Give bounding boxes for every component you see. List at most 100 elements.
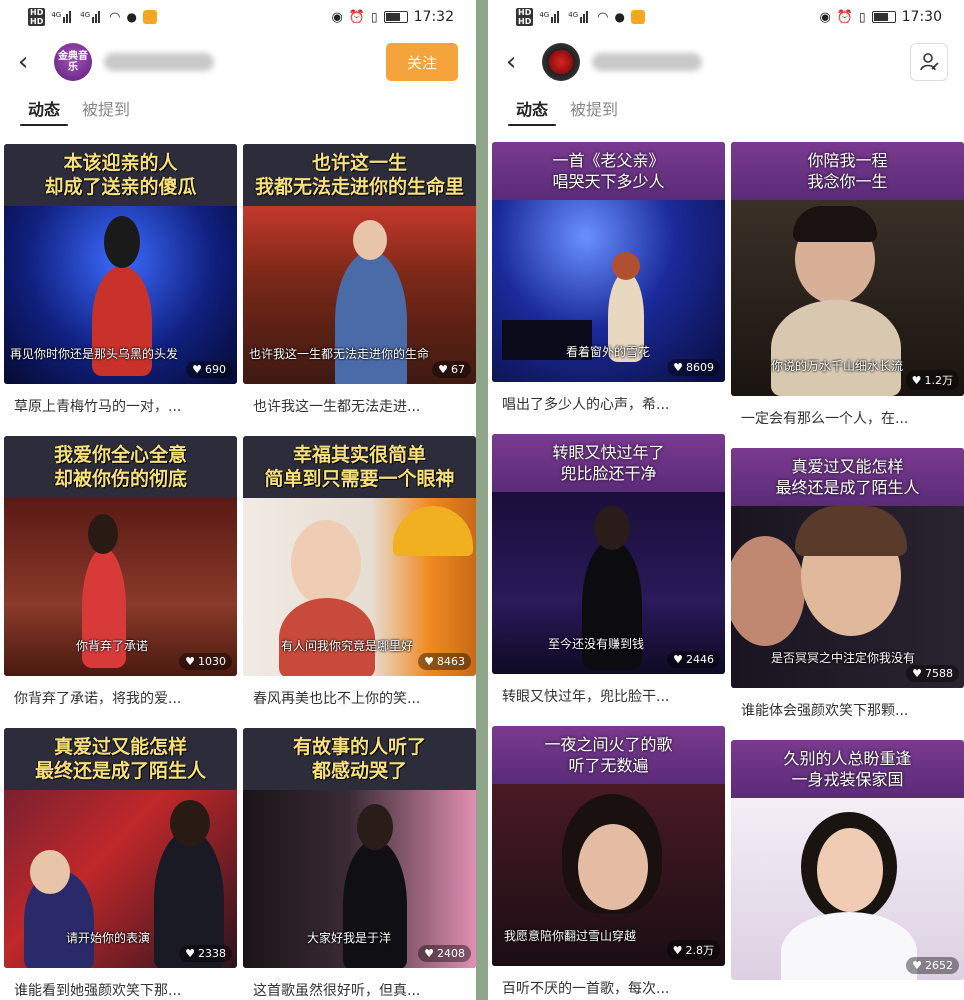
video-caption[interactable]: 春风再美也比不上你的笑... [243, 676, 476, 714]
user-edit-icon [920, 53, 939, 71]
video-card[interactable]: 有故事的人听了 都感动哭了 大家好我是于洋 ♥ 2408 这首歌虽然很好听，但真.… [243, 728, 476, 1000]
video-thumbnail[interactable]: 幸福其实很简单 简单到只需要一个眼神 有人问我你究竟是哪里好 ♥ 8463 [243, 436, 476, 676]
tab-dynamics[interactable]: 动态 [507, 90, 557, 126]
avatar[interactable] [542, 43, 580, 81]
video-thumbnail[interactable]: 真爱过又能怎样 最终还是成了陌生人 请开始你的表演 ♥ 2338 [4, 728, 237, 968]
video-thumbnail[interactable]: 一夜之间火了的歌 听了无数遍 我愿意陪你翻过雪山穿越 ♥ 2.8万 [492, 726, 725, 966]
video-card[interactable]: 也许这一生 我都无法走进你的生命里 也许我这一生都无法走进你的生命 ♥ 67 也许… [243, 144, 476, 422]
video-caption[interactable]: 这首歌虽然很好听，但真... [243, 968, 476, 1000]
video-card[interactable]: 你陪我一程 我念你一生 你说的万水千山细水长流 ♥ 1.2万 一定会有那么一个人，… [731, 142, 964, 434]
message-icon: ● [126, 10, 137, 24]
video-caption[interactable]: 百听不厌的一首歌，每次... [492, 966, 725, 1000]
avatar-label: 金典音乐 [58, 51, 88, 73]
cell-signal-icon: 4G [539, 11, 562, 23]
wifi-icon: ◠ [109, 9, 121, 25]
like-count: ♥ 8609 [667, 359, 720, 376]
heart-icon: ♥ [185, 947, 195, 960]
video-grid: 本该迎亲的人 却成了送亲的傻瓜 再见你时你还是那头乌黑的头发 ♥ 690 草原上青… [0, 144, 476, 1000]
subtitle-text: 我愿意陪你翻过雪山穿越 [504, 929, 637, 943]
video-thumbnail[interactable]: 久别的人总盼重逢 一身戎装保家国 ♥ 2652 [731, 740, 964, 980]
screen-divider [476, 0, 488, 1000]
video-caption[interactable]: 转眼又快过年，兜比脸干... [492, 674, 725, 712]
heart-icon: ♥ [673, 653, 683, 666]
subtitle-text: 看着窗外的雪花 [566, 345, 651, 359]
message-icon: ● [614, 10, 625, 24]
video-card[interactable]: 一夜之间火了的歌 听了无数遍 我愿意陪你翻过雪山穿越 ♥ 2.8万 百听不厌的一首… [492, 726, 725, 1000]
video-thumbnail[interactable]: 一首《老父亲》 唱哭天下多少人 看着窗外的雪花 ♥ 8609 [492, 142, 725, 382]
like-count: ♥ 8463 [418, 653, 471, 670]
video-thumbnail[interactable]: 你陪我一程 我念你一生 你说的万水千山细水长流 ♥ 1.2万 [731, 142, 964, 396]
video-caption[interactable]: 谁能体会强颜欢笑下那颗... [731, 688, 964, 726]
video-thumbnail[interactable]: 也许这一生 我都无法走进你的生命里 也许我这一生都无法走进你的生命 ♥ 67 [243, 144, 476, 384]
video-card[interactable]: 一首《老父亲》 唱哭天下多少人 看着窗外的雪花 ♥ 8609 唱出了多少人的心声，… [492, 142, 725, 420]
thumbnail-title: 真爱过又能怎样 最终还是成了陌生人 [731, 448, 964, 506]
hd-icon: HD HD [516, 8, 534, 26]
back-arrow-icon[interactable]: ‹ [506, 49, 530, 75]
alarm-icon: ⏰ [836, 9, 854, 25]
tab-dynamics[interactable]: 动态 [19, 90, 69, 126]
like-count: ♥ 2338 [179, 945, 232, 962]
video-caption[interactable]: 你背弃了承诺，将我的爱... [4, 676, 237, 714]
heart-icon: ♥ [672, 943, 683, 957]
wifi-icon: ◠ [597, 9, 609, 25]
like-count: ♥ 2652 [906, 957, 959, 974]
video-caption[interactable] [731, 980, 964, 1000]
video-card[interactable]: 幸福其实很简单 简单到只需要一个眼神 有人问我你究竟是哪里好 ♥ 8463 春风再… [243, 436, 476, 714]
video-caption[interactable]: 草原上青梅竹马的一对，... [4, 384, 237, 422]
like-count: ♥ 690 [186, 361, 232, 378]
tab-mentions[interactable]: 被提到 [570, 90, 618, 120]
grid-column-left: 一首《老父亲》 唱哭天下多少人 看着窗外的雪花 ♥ 8609 唱出了多少人的心声，… [492, 142, 725, 1000]
tab-mentions[interactable]: 被提到 [82, 90, 130, 120]
video-caption[interactable]: 也许我这一生都无法走进... [243, 384, 476, 422]
cell-signal-icon: 4G [80, 11, 103, 23]
video-thumbnail[interactable]: 转眼又快过年了 兜比脸还干净 至今还没有赚到钱 ♥ 2446 [492, 434, 725, 674]
alarm-icon: ⏰ [348, 9, 366, 25]
left-phone-screen: HD HD 4G 4G ◠ ● ◉ ⏰ ▯ 17:32 ‹ 金典音乐 关注 动态 … [0, 0, 476, 1000]
hd-icon: HD HD [28, 8, 46, 26]
subtitle-text: 至今还没有赚到钱 [548, 637, 645, 651]
thumbnail-title: 转眼又快过年了 兜比脸还干净 [492, 434, 725, 492]
video-card[interactable]: 真爱过又能怎样 最终还是成了陌生人 请开始你的表演 ♥ 2338 谁能看到她强颜欢… [4, 728, 237, 1000]
video-caption[interactable]: 谁能看到她强颜欢笑下那... [4, 968, 237, 1000]
video-card[interactable]: 真爱过又能怎样 最终还是成了陌生人 是否冥冥之中注定你我没有 ♥ 7588 谁能体… [731, 448, 964, 726]
status-time: 17:32 [413, 9, 454, 25]
thumbnail-title: 一首《老父亲》 唱哭天下多少人 [492, 142, 725, 200]
grid-column-right: 你陪我一程 我念你一生 你说的万水千山细水长流 ♥ 1.2万 一定会有那么一个人，… [731, 142, 964, 1000]
subtitle-text: 再见你时你还是那头乌黑的头发 [10, 347, 179, 361]
heart-icon: ♥ [912, 667, 922, 680]
video-caption[interactable]: 唱出了多少人的心声，希... [492, 382, 725, 420]
video-card[interactable]: 我爱你全心全意 却被你伤的彻底 你背弃了承诺 ♥ 1030 你背弃了承诺，将我的爱… [4, 436, 237, 714]
tab-bar: 动态 被提到 [488, 90, 964, 130]
thumbnail-title: 有故事的人听了 都感动哭了 [243, 728, 476, 790]
like-count: ♥ 67 [432, 361, 471, 378]
heart-icon: ♥ [424, 947, 434, 960]
profile-header: ‹ 金典音乐 关注 [0, 34, 476, 90]
follow-button[interactable]: 关注 [386, 43, 458, 81]
video-card[interactable]: 久别的人总盼重逢 一身戎装保家国 ♥ 2652 [731, 740, 964, 1000]
video-thumbnail[interactable]: 真爱过又能怎样 最终还是成了陌生人 是否冥冥之中注定你我没有 ♥ 7588 [731, 448, 964, 688]
thumbnail-title: 真爱过又能怎样 最终还是成了陌生人 [4, 728, 237, 790]
video-card[interactable]: 本该迎亲的人 却成了送亲的傻瓜 再见你时你还是那头乌黑的头发 ♥ 690 草原上青… [4, 144, 237, 422]
heart-icon: ♥ [192, 363, 202, 376]
video-thumbnail[interactable]: 本该迎亲的人 却成了送亲的傻瓜 再见你时你还是那头乌黑的头发 ♥ 690 [4, 144, 237, 384]
heart-icon: ♥ [185, 655, 195, 668]
user-settings-button[interactable] [910, 43, 948, 81]
tab-bar: 动态 被提到 [0, 90, 476, 130]
like-count: ♥ 1030 [179, 653, 232, 670]
avatar[interactable]: 金典音乐 [54, 43, 92, 81]
app-notification-icon [142, 10, 157, 24]
video-grid: 一首《老父亲》 唱哭天下多少人 看着窗外的雪花 ♥ 8609 唱出了多少人的心声，… [488, 142, 964, 1000]
eye-icon: ◉ [819, 9, 831, 25]
subtitle-text: 你说的万水千山细水长流 [771, 359, 904, 373]
vibrate-icon: ▯ [371, 10, 378, 24]
video-card[interactable]: 转眼又快过年了 兜比脸还干净 至今还没有赚到钱 ♥ 2446 转眼又快过年，兜比脸… [492, 434, 725, 712]
status-time: 17:30 [901, 9, 942, 25]
like-count: ♥ 7588 [906, 665, 959, 682]
video-caption[interactable]: 一定会有那么一个人，在... [731, 396, 964, 434]
back-arrow-icon[interactable]: ‹ [18, 49, 42, 75]
heart-icon: ♥ [673, 361, 683, 374]
status-bar: HD HD 4G 4G ◠ ● ◉ ⏰ ▯ 17:30 [488, 0, 964, 34]
battery-icon [871, 11, 896, 23]
video-thumbnail[interactable]: 我爱你全心全意 却被你伤的彻底 你背弃了承诺 ♥ 1030 [4, 436, 237, 676]
video-thumbnail[interactable]: 有故事的人听了 都感动哭了 大家好我是于洋 ♥ 2408 [243, 728, 476, 968]
